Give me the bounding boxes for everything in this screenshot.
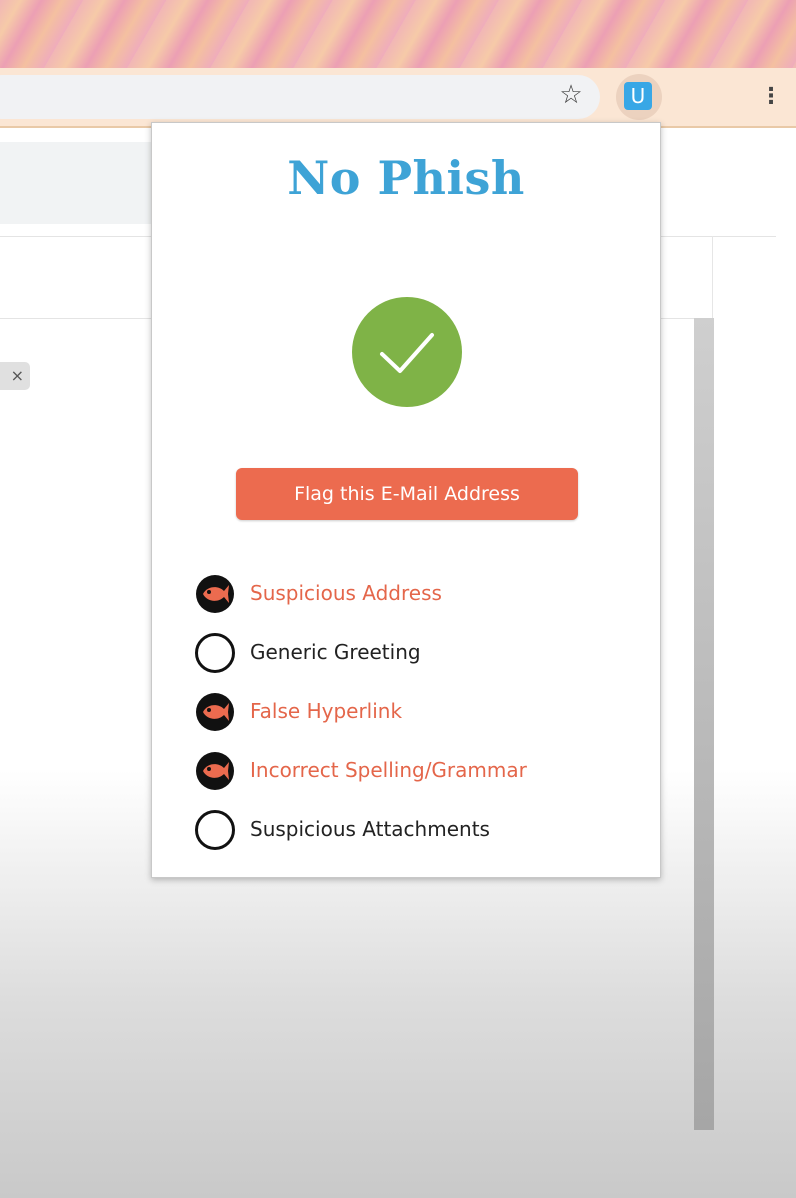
scrollbar-thumb[interactable]	[694, 318, 714, 1130]
check-item: Suspicious Address	[194, 571, 634, 630]
fish-flag-icon	[194, 750, 236, 792]
browser-toolbar: ☆ U ⋮	[0, 68, 796, 128]
recipient-chip-close-icon[interactable]: ×	[0, 362, 30, 390]
check-item-label: False Hyperlink	[250, 699, 403, 723]
page-search-area	[0, 142, 152, 224]
checkmark-icon	[380, 333, 434, 373]
check-item: Incorrect Spelling/Grammar	[194, 748, 634, 807]
safe-checkmark-icon	[352, 297, 462, 407]
check-item: Suspicious Attachments	[194, 807, 634, 866]
popup-title: No Phish	[287, 151, 525, 205]
extension-button-highlight[interactable]: U	[616, 74, 662, 120]
page-scrollbar[interactable]	[694, 318, 714, 1130]
fish-flag-icon	[194, 691, 236, 733]
check-item-label: Suspicious Attachments	[250, 817, 490, 841]
browser-menu-icon[interactable]: ⋮	[760, 82, 782, 112]
check-item: Generic Greeting	[194, 630, 634, 689]
check-item-label: Suspicious Address	[250, 581, 442, 605]
fish-flag-icon	[194, 573, 236, 615]
browser-tab-strip	[0, 0, 796, 68]
no-phish-popup: No Phish Flag this E-Mail Address Suspic…	[151, 122, 661, 878]
check-item: False Hyperlink	[194, 689, 634, 748]
check-item-label: Incorrect Spelling/Grammar	[250, 758, 527, 782]
phishing-check-list: Suspicious Address Generic Greeting False …	[194, 571, 634, 866]
empty-circle-icon	[194, 809, 236, 851]
check-item-label: Generic Greeting	[250, 640, 421, 664]
empty-circle-icon	[194, 632, 236, 674]
address-bar[interactable]	[0, 75, 600, 119]
no-phish-extension-icon[interactable]: U	[624, 82, 652, 110]
bookmark-star-icon[interactable]: ☆	[556, 80, 586, 110]
flag-email-address-button[interactable]: Flag this E-Mail Address	[236, 468, 578, 520]
